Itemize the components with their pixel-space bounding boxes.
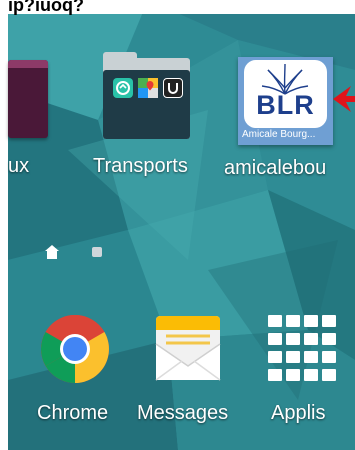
home-screen: ip?iuoq? ux Transports BLR Amicale Bourg… — [0, 0, 355, 450]
messages-label: Messages — [137, 402, 229, 424]
messages-app-icon[interactable] — [154, 314, 222, 382]
amicale-app-label: amicalebou — [224, 157, 327, 179]
partial-app-icon[interactable] — [8, 60, 48, 138]
home-page-indicator-icon[interactable] — [44, 244, 60, 260]
amicale-icon-caption: Amicale Bourg... — [242, 129, 316, 140]
partial-app-label: ux — [8, 155, 30, 177]
maps-app-icon — [138, 78, 158, 98]
transit-app-icon — [113, 78, 133, 98]
top-partial-text: ip?iuoq? — [8, 0, 84, 15]
uber-app-icon — [163, 78, 183, 98]
applis-label: Applis — [271, 402, 326, 424]
red-arrow-icon — [333, 86, 355, 112]
page-dot-icon[interactable] — [92, 247, 102, 257]
chrome-icon — [41, 315, 109, 383]
amicale-app-icon[interactable]: BLR Amicale Bourg... — [238, 57, 333, 145]
left-margin — [0, 0, 8, 450]
transports-folder[interactable] — [103, 52, 190, 139]
chrome-label: Chrome — [37, 402, 109, 424]
amicale-icon-text: BLR — [256, 90, 315, 120]
top-bar: ip?iuoq? — [0, 0, 355, 15]
transports-folder-label: Transports — [93, 155, 188, 177]
chrome-app-icon[interactable] — [39, 313, 111, 385]
messages-envelope-icon — [155, 316, 221, 381]
apps-grid-icon[interactable] — [268, 315, 336, 381]
